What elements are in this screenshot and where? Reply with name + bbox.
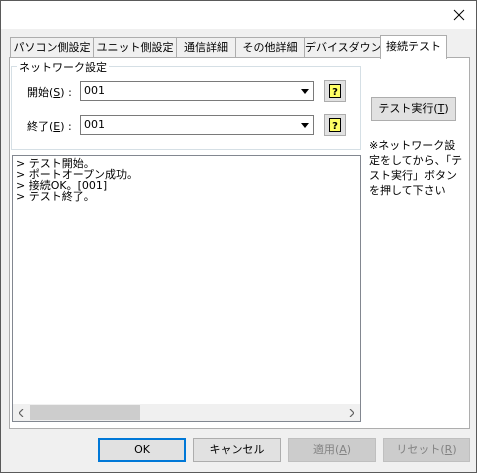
title-bar (1, 1, 476, 29)
ok-button[interactable]: OK (98, 438, 186, 462)
end-value: 001 (84, 118, 105, 131)
question-icon: ? (329, 84, 341, 98)
chevron-down-icon[interactable] (296, 82, 313, 100)
tab-pc-settings[interactable]: パソコン側設定 (10, 37, 94, 58)
horizontal-scrollbar[interactable] (13, 404, 360, 421)
scroll-right-icon[interactable] (343, 404, 360, 421)
question-icon: ? (329, 118, 341, 132)
chevron-down-icon[interactable] (296, 116, 313, 134)
svg-text:?: ? (332, 87, 338, 98)
tab-unit-settings[interactable]: ユニット側設定 (93, 37, 177, 58)
close-icon (453, 9, 465, 21)
start-label: 開始(S) : (27, 86, 72, 99)
tab-device-down[interactable]: デバイスダウン (304, 37, 382, 58)
apply-button[interactable]: 適用(A) (288, 438, 376, 462)
scrollbar-thumb[interactable] (30, 405, 140, 420)
scroll-left-icon[interactable] (13, 404, 30, 421)
close-button[interactable] (448, 5, 470, 25)
start-help-button[interactable]: ? (324, 80, 346, 102)
tab-comm-details[interactable]: 通信詳細 (176, 37, 236, 58)
end-label: 終了(E) : (27, 120, 72, 133)
end-help-button[interactable]: ? (324, 114, 346, 136)
run-test-button[interactable]: テスト実行(T) (371, 97, 456, 121)
network-settings-group (11, 66, 361, 150)
reset-button[interactable]: リセット(R) (383, 438, 470, 462)
start-value: 001 (84, 84, 105, 97)
end-combobox[interactable]: 001 (80, 115, 314, 135)
instruction-note: ※ネットワーク設定をしてから、「テスト実行」ボタンを押して下さい (369, 139, 463, 197)
start-combobox[interactable]: 001 (80, 81, 314, 101)
log-line: > テスト終了。 (16, 190, 95, 203)
tab-connection-test[interactable]: 接続テスト (380, 35, 447, 59)
cancel-button[interactable]: キャンセル (193, 438, 281, 462)
svg-text:?: ? (332, 121, 338, 132)
tab-other-details[interactable]: その他詳細 (235, 37, 305, 58)
test-log[interactable]: > テスト開始。 > ポートオープン成功。 > 接続OK。[001] > テスト… (12, 155, 361, 422)
group-title: ネットワーク設定 (17, 59, 109, 75)
